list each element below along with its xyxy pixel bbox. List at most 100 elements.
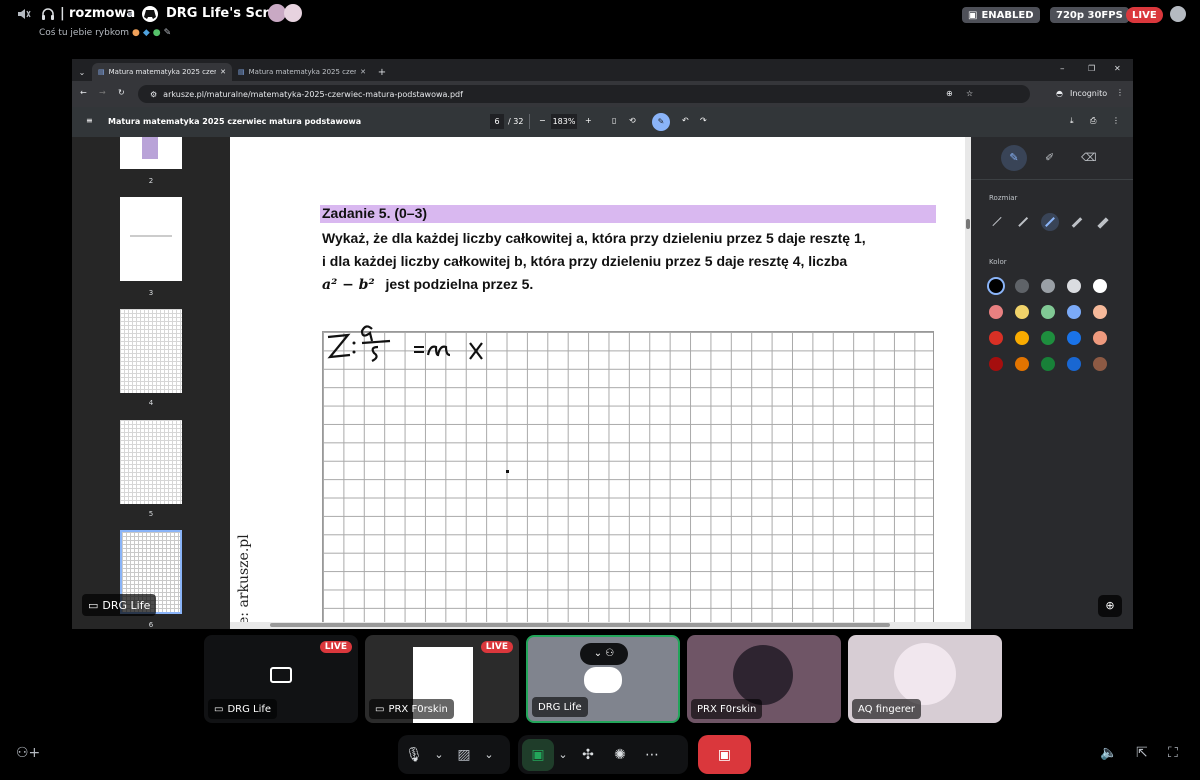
edit-icon[interactable]: ✎: [164, 28, 172, 38]
zoom-icon[interactable]: ⊕: [946, 89, 953, 98]
speaker-icon[interactable]: [16, 6, 32, 22]
color-swatch[interactable]: [989, 357, 1003, 371]
activities-icon[interactable]: ✣: [572, 739, 604, 771]
color-swatch[interactable]: [1015, 331, 1029, 345]
close-tab-icon[interactable]: ✕: [360, 68, 366, 76]
size-option[interactable]: [1018, 216, 1028, 227]
minimize-icon[interactable]: –: [1060, 64, 1065, 74]
eraser-icon[interactable]: ⌫: [1081, 151, 1097, 164]
url-field[interactable]: ⚙ arkusze.pl/maturalne/matematyka-2025-c…: [138, 85, 1030, 103]
zoom-stream-icon[interactable]: ⊕: [1098, 595, 1122, 617]
color-swatch[interactable]: [1015, 279, 1029, 293]
fit-page-icon[interactable]: ▯: [612, 116, 616, 125]
color-swatch[interactable]: [989, 279, 1003, 293]
participant-tile[interactable]: PRX F0rskin: [687, 635, 841, 723]
task-line-3: a² − b² jest podzielna przez 5.: [322, 276, 534, 293]
color-swatch[interactable]: [989, 331, 1003, 345]
fullscreen-icon[interactable]: ⛶: [1168, 745, 1178, 761]
more-options-icon[interactable]: ⋯: [636, 739, 668, 771]
popout-icon[interactable]: ⇱: [1136, 745, 1148, 761]
size-option[interactable]: [992, 216, 1002, 227]
channel-name[interactable]: rozmowa: [69, 6, 135, 21]
color-swatch[interactable]: [1093, 357, 1107, 371]
color-swatch[interactable]: [1041, 331, 1055, 345]
color-swatch[interactable]: [1041, 357, 1055, 371]
chevron-down-icon[interactable]: ⌄: [480, 739, 498, 771]
screen-share-active-icon[interactable]: ▣: [522, 738, 554, 771]
color-swatch[interactable]: [1093, 305, 1107, 319]
title-separator: |: [60, 6, 65, 21]
leave-call-button[interactable]: ▣: [698, 735, 751, 774]
soundboard-icon[interactable]: ✺: [604, 739, 636, 771]
annotate-icon[interactable]: ✎: [652, 113, 670, 131]
download-icon[interactable]: ⤓: [1070, 116, 1074, 126]
color-swatch[interactable]: [1015, 305, 1029, 319]
chevron-down-icon[interactable]: ⌄: [430, 739, 448, 771]
close-window-icon[interactable]: ✕: [1114, 64, 1121, 73]
rotate-icon[interactable]: ⟲: [629, 116, 636, 125]
color-swatch[interactable]: [1067, 305, 1081, 319]
browser-tab[interactable]: ▤ Matura matematyka 2025 czerwiec ✕: [232, 63, 372, 81]
tab-search-icon[interactable]: ⌄: [72, 63, 92, 81]
add-person-icon[interactable]: ⚇+: [16, 745, 40, 767]
microphone-icon[interactable]: 🎙: [398, 739, 430, 771]
fish-icon: ◆: [142, 28, 150, 38]
incognito-icon: ◓: [1056, 89, 1063, 98]
restore-icon[interactable]: ❐: [1088, 64, 1095, 73]
forward-icon[interactable]: →: [99, 88, 106, 97]
color-swatch[interactable]: [1015, 357, 1029, 371]
color-swatch[interactable]: [1041, 279, 1055, 293]
enabled-icon: ▣: [968, 9, 978, 21]
pdf-icon: ▤: [98, 68, 105, 76]
back-icon[interactable]: ←: [80, 88, 87, 97]
color-swatch[interactable]: [1067, 279, 1081, 293]
camera-off-icon[interactable]: ▨: [448, 739, 480, 771]
bookmark-star-icon[interactable]: ☆: [966, 89, 973, 98]
tile-name: AQ fingerer: [852, 699, 922, 719]
color-swatch[interactable]: [989, 305, 1003, 319]
page-thumbnail[interactable]: [120, 309, 182, 393]
zoom-in-icon[interactable]: +: [585, 116, 592, 125]
horizontal-scrollbar[interactable]: [230, 622, 971, 629]
color-swatch[interactable]: [1093, 279, 1107, 293]
incognito-label[interactable]: Incognito: [1070, 89, 1107, 98]
color-swatch[interactable]: [1067, 357, 1081, 371]
size-option[interactable]: [1097, 217, 1109, 229]
chevron-down-icon[interactable]: ⌄ ⚇: [580, 643, 628, 665]
chat-icon[interactable]: [1170, 6, 1186, 22]
highlighter-icon[interactable]: ✐: [1045, 151, 1054, 164]
browser-tab[interactable]: ▤ Matura matematyka 2025 czerwiec ✕: [92, 63, 232, 81]
redo-icon[interactable]: ↷: [700, 116, 707, 125]
participant-tile-speaking[interactable]: ⌄ ⚇ DRG Life: [526, 635, 680, 723]
more-icon[interactable]: ⋮: [1112, 116, 1120, 125]
menu-icon[interactable]: ⋮: [1116, 88, 1124, 97]
color-swatch[interactable]: [1093, 331, 1107, 345]
close-tab-icon[interactable]: ✕: [220, 68, 226, 76]
color-swatch[interactable]: [1067, 331, 1081, 345]
print-icon[interactable]: ⎙: [1090, 116, 1096, 126]
shared-screen: ⌄ ▤ Matura matematyka 2025 czerwiec ✕ ▤ …: [72, 59, 1133, 629]
status-text: Coś tu jebie rybkom ● ◆ ● ✎: [39, 28, 172, 38]
participant-tile[interactable]: LIVE ▭ DRG Life: [204, 635, 358, 723]
thumb-label: 4: [148, 399, 154, 407]
hamburger-icon[interactable]: ≡: [86, 116, 93, 125]
zoom-level[interactable]: 183%: [551, 114, 577, 129]
page-thumbnail[interactable]: [120, 137, 182, 169]
page-thumbnail[interactable]: [120, 197, 182, 281]
reload-icon[interactable]: ↻: [118, 88, 125, 97]
site-info-icon[interactable]: ⚙: [150, 90, 157, 99]
participant-tile[interactable]: AQ fingerer: [848, 635, 1002, 723]
color-swatch[interactable]: [1041, 305, 1055, 319]
pen-tool-icon[interactable]: ✎: [1001, 145, 1027, 171]
participant-tile[interactable]: LIVE ▭ PRX F0rskin: [365, 635, 519, 723]
chevron-down-icon[interactable]: ⌄: [554, 739, 572, 771]
volume-icon[interactable]: 🔈: [1100, 745, 1117, 761]
zoom-out-icon[interactable]: −: [539, 116, 546, 125]
tile-name: ▭ PRX F0rskin: [369, 699, 454, 719]
new-tab-icon[interactable]: +: [372, 63, 392, 81]
undo-icon[interactable]: ↶: [682, 116, 689, 125]
page-number-input[interactable]: 6: [490, 114, 504, 129]
page-thumbnail[interactable]: [120, 420, 182, 504]
size-option[interactable]: [1071, 217, 1083, 228]
activity-controls: ▣ ⌄ ✣ ✺ ⋯: [518, 735, 688, 774]
